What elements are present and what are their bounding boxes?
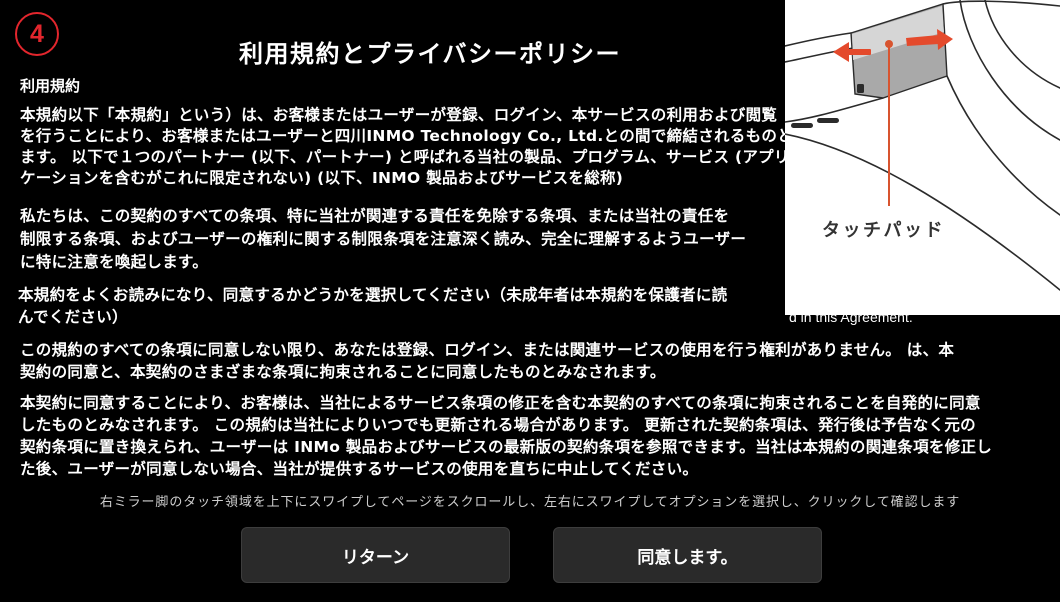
navigation-instruction: 右ミラー脚のタッチ領域を上下にスワイプしてページをスクロールし、左右にスワイプし… (99, 495, 961, 510)
sensor-dot (857, 84, 864, 93)
terms-paragraph: 本契約に同意することにより、お客様は、当社によるサービス条項の修正を含む本契約の… (20, 392, 1050, 480)
return-button[interactable]: リターン (241, 527, 510, 583)
frame-lower-curve (785, 133, 1060, 291)
frame-outer-rim (959, 0, 1060, 141)
terms-line: 契約の同意と、本契約のさまざまな条項に拘束されることに同意したものとみなされます… (20, 363, 666, 381)
side-slit (791, 123, 813, 128)
temple-top-edge (785, 32, 852, 47)
page-title: 利用規約とプライバシーポリシー (238, 40, 622, 68)
agree-button[interactable]: 同意します。 (553, 527, 822, 583)
frame-inner-rim (984, 0, 1060, 89)
frame-side-curve (946, 75, 1060, 216)
return-button-label: リターン (341, 547, 410, 568)
agree-button-label: 同意します。 (637, 547, 738, 568)
section-label: 利用規約 (20, 77, 81, 95)
terms-paragraph: この規約のすべての条項に同意しない限り、あなたは登録、ログイン、または関連サービ… (20, 339, 1050, 383)
terms-line: この規約のすべての条項に同意しない限り、あなたは登録、ログイン、または関連サービ… (20, 341, 955, 359)
glasses-temple-illustration-icon (785, 0, 1060, 291)
terms-line: したものとみなされます。 この規約は当社によりいつでも更新される場合があります。… (20, 416, 976, 434)
touchpad-label: タッチパッド (822, 220, 945, 241)
terms-line: た後、ユーザーが同意しない場合、当社が提供するサービスの使用を直ちに中止してくだ… (20, 460, 699, 478)
touchpad-illustration: タッチパッド (785, 0, 1060, 315)
side-slit (817, 118, 839, 123)
terms-line: 本契約に同意することにより、お客様は、当社によるサービス条項の修正を含む本契約の… (20, 394, 981, 412)
terms-line: 契約条項に置き換えられ、ユーザーは INMo 製品およびサービスの最新版の契約条… (20, 438, 993, 456)
